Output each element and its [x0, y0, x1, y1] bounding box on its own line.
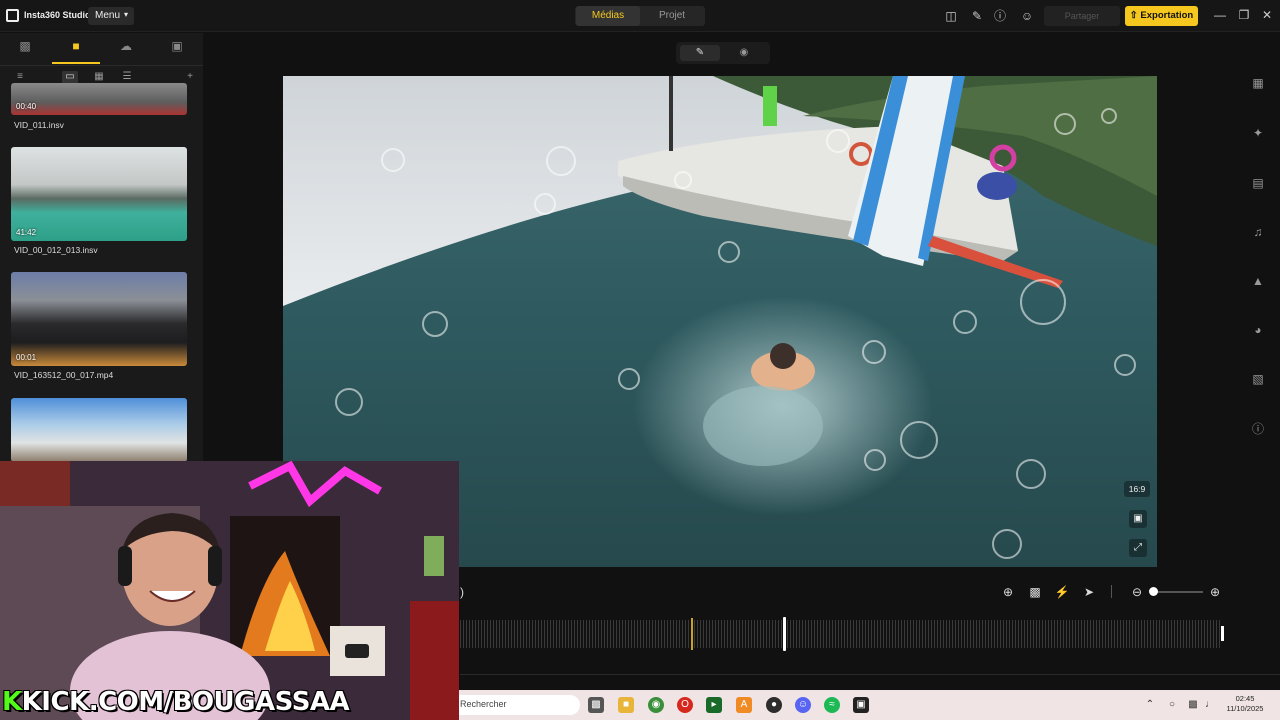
clock-date: 11/10/2025	[1226, 704, 1264, 713]
zoom-out-icon[interactable]: ⊖	[1129, 584, 1145, 600]
app-icon[interactable]: ●	[766, 697, 782, 713]
opera-icon[interactable]: O	[677, 697, 693, 713]
tab-projet[interactable]: Projet	[640, 6, 704, 26]
folder-icon[interactable]: ■	[66, 39, 86, 57]
taskbar-search-input[interactable]: Rechercher	[440, 695, 580, 715]
microphone-icon[interactable]: ○	[1165, 698, 1179, 712]
aspect-ratio-badge[interactable]: 16:9	[1124, 481, 1150, 497]
menu-label: Menu	[95, 10, 121, 21]
media-filename: VID_00_012_013.insv	[14, 245, 98, 255]
terminal-icon[interactable]: ▸	[706, 697, 722, 713]
help-icon[interactable]: ⓘ	[993, 9, 1007, 23]
stamp-icon[interactable]: ▲	[1250, 273, 1266, 289]
divider	[0, 65, 203, 66]
divider	[460, 674, 1280, 675]
info-icon[interactable]: ⓘ	[1250, 421, 1266, 437]
zoom-in-icon[interactable]: ⊕	[1207, 584, 1223, 600]
divider	[1111, 585, 1112, 598]
restore-icon[interactable]: ❐	[1237, 8, 1251, 24]
stream-url-text: KICK.COM/BOUGASSAA	[21, 687, 350, 717]
plugin-icon[interactable]: ✦	[1250, 125, 1266, 141]
playhead[interactable]	[783, 617, 786, 651]
insta360-studio-icon[interactable]: ▣	[853, 697, 869, 713]
webcam-image	[0, 461, 459, 720]
media-thumbnail[interactable]: 41:42	[11, 147, 187, 241]
taskbar-clock[interactable]: 02:45 11/10/2025	[1222, 694, 1268, 714]
speed-icon[interactable]: ◕	[1250, 322, 1266, 338]
media-filename: VID_163512_00_017.mp4	[14, 370, 114, 380]
media-duration: 00:40	[16, 102, 37, 111]
add-keyframe-icon[interactable]: ⊕	[1000, 584, 1016, 600]
share-button[interactable]: Partager	[1044, 6, 1120, 26]
edit-icon[interactable]: ✎	[680, 45, 720, 61]
export-label: Exportation	[1140, 10, 1194, 21]
share-label: Partager	[1064, 11, 1100, 21]
chevron-down-icon: ▾	[123, 10, 128, 19]
panel-icon[interactable]: ◫	[944, 9, 958, 23]
clip-icon[interactable]: ▤	[1250, 175, 1266, 191]
menu-button[interactable]: Menu ▾	[88, 7, 134, 25]
app-name: Insta360 Studio	[24, 10, 91, 20]
volume-icon[interactable]: ♩	[1203, 698, 1217, 712]
media-thumbnail[interactable]	[11, 398, 187, 462]
stream-url-overlay: KKICK.COM/BOUGASSAA	[2, 687, 350, 717]
app-icon[interactable]: A	[736, 697, 752, 713]
user-icon[interactable]: ☺	[1020, 9, 1034, 23]
edit-badge-icon[interactable]: ✎	[970, 9, 984, 23]
import-icon[interactable]: ▣	[167, 39, 187, 57]
timeline-track[interactable]	[460, 620, 1222, 648]
clock-time: 02:45	[1235, 694, 1255, 703]
motion-icon[interactable]: ➤	[1081, 584, 1097, 600]
monitor-icon[interactable]: ▩	[15, 39, 35, 57]
media-duration: 41:42	[16, 228, 37, 237]
export-button[interactable]: ⇧ Exportation	[1125, 6, 1198, 26]
chevron-up-icon[interactable]: ⌃	[1143, 698, 1157, 712]
zoom-slider[interactable]	[1152, 591, 1203, 593]
cloud-icon[interactable]: ☁	[116, 39, 136, 57]
audio-icon[interactable]: ♫	[1250, 224, 1266, 240]
media-thumbnail[interactable]: 00:40	[11, 83, 187, 115]
media-thumbnail[interactable]: 00:01	[11, 272, 187, 366]
chrome-icon[interactable]: ◉	[648, 697, 664, 713]
file-explorer-icon[interactable]: ■	[618, 697, 634, 713]
flash-icon[interactable]: ⚡	[1054, 584, 1070, 600]
preview-mode-toolbar: ✎ ◉	[676, 42, 770, 64]
view-switcher: Médias Projet	[575, 6, 705, 26]
export-icon: ⇧	[1129, 10, 1138, 21]
zoom-slider-handle[interactable]	[1149, 587, 1158, 596]
discord-icon[interactable]: ☺	[795, 697, 811, 713]
reframe-icon[interactable]: ▦	[1250, 75, 1266, 91]
export-tray-icon[interactable]: ▧	[1250, 371, 1266, 387]
webcam-overlay	[0, 461, 459, 720]
minimize-icon[interactable]: —	[1213, 8, 1227, 24]
eye-icon[interactable]: ◉	[724, 45, 764, 61]
search-placeholder: Rechercher	[460, 699, 507, 709]
crop-view-icon[interactable]: ▣	[1129, 510, 1147, 528]
media-duration: 00:01	[16, 353, 37, 362]
ai-track-icon[interactable]: ▩	[1027, 584, 1043, 600]
display-icon[interactable]: ▩	[1186, 698, 1200, 712]
task-view-icon[interactable]: ▩	[588, 697, 604, 713]
spotify-icon[interactable]: ≈	[824, 697, 840, 713]
title-bar: Insta360 Studio Menu ▾ Médias Projet ◫ ✎…	[0, 0, 1280, 32]
fullscreen-icon[interactable]: ⤢	[1129, 539, 1147, 557]
tab-medias[interactable]: Médias	[576, 6, 640, 26]
kick-logo-letter: K	[2, 687, 22, 717]
timeline-marker[interactable]	[691, 618, 693, 650]
media-filename: VID_011.insv	[14, 120, 64, 130]
active-tab-underline	[52, 62, 100, 64]
close-icon[interactable]: ✕	[1260, 8, 1274, 24]
app-logo-icon	[6, 9, 19, 22]
timeline-end-handle[interactable]	[1221, 626, 1224, 641]
